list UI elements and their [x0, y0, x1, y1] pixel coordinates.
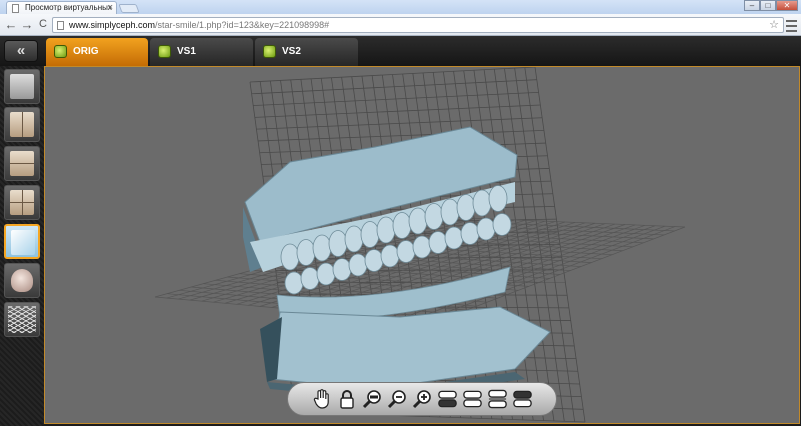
new-tab-button[interactable]	[118, 4, 140, 13]
status-led-icon	[54, 45, 67, 58]
lower-jaw-icon[interactable]	[512, 387, 533, 411]
view-sidebar	[0, 66, 44, 426]
tab-close-icon[interactable]: ×	[108, 2, 113, 12]
model-tab-bar: « ORIG VS1 VS2	[0, 36, 801, 66]
grid-icon	[8, 306, 36, 333]
browser-toolbar: ← → C www.simplyceph.com/star-smile/1.ph…	[0, 14, 801, 36]
lock-icon[interactable]	[337, 387, 358, 411]
zoom-out-icon[interactable]	[387, 387, 408, 411]
tab-orig[interactable]: ORIG	[46, 38, 148, 66]
zoom-reset-icon[interactable]	[362, 387, 383, 411]
tab-label: ORIG	[73, 46, 99, 57]
close-window-button[interactable]: ✕	[776, 0, 798, 11]
quad-view-button[interactable]	[4, 185, 40, 220]
split-jaws-icon[interactable]	[487, 387, 508, 411]
3d-viewport[interactable]	[44, 66, 800, 424]
browser-title-bar: Просмотр виртуальных × – □ ✕	[0, 0, 801, 14]
window-controls: – □ ✕	[744, 0, 798, 11]
browser-tab-title: Просмотр виртуальных	[25, 3, 112, 12]
menu-icon[interactable]	[786, 17, 797, 32]
virtual-setup-viewer: « ORIG VS1 VS2	[0, 36, 801, 426]
upper-jaw-icon[interactable]	[437, 387, 458, 411]
skull-icon	[11, 269, 33, 292]
tab-vs1[interactable]: VS1	[150, 38, 253, 66]
minimize-button[interactable]: –	[744, 0, 760, 11]
light-view-icon	[11, 230, 35, 255]
address-bar[interactable]: www.simplyceph.com/star-smile/1.php?id=1…	[52, 17, 784, 33]
bookmark-star-icon[interactable]: ☆	[769, 18, 779, 32]
forward-arrow-icon[interactable]: →	[20, 17, 34, 32]
page-info-icon	[57, 21, 64, 30]
view-tools-toolbar	[287, 382, 557, 416]
zoom-in-icon[interactable]	[412, 387, 433, 411]
url-path: /star-smile/1.php?id=123&key=221098998#	[155, 20, 330, 30]
dental-model-scene[interactable]	[45, 67, 800, 424]
frontal-view-button[interactable]	[4, 107, 40, 142]
back-arrow-icon[interactable]: ←	[4, 17, 18, 32]
browser-tab[interactable]: Просмотр виртуальных ×	[6, 1, 117, 14]
maximize-button[interactable]: □	[760, 0, 776, 11]
tab-vs2[interactable]: VS2	[255, 38, 358, 66]
both-jaws-icon[interactable]	[462, 387, 483, 411]
status-led-icon	[158, 45, 171, 58]
url-host: www.simplyceph.com	[69, 20, 156, 30]
skull-view-button[interactable]	[4, 263, 40, 298]
profile-view-button[interactable]	[4, 69, 40, 104]
page-icon	[12, 4, 19, 13]
tab-label: VS1	[177, 46, 196, 57]
hand-icon[interactable]	[312, 387, 333, 411]
grid-view-button[interactable]	[4, 302, 40, 337]
reload-icon[interactable]: C	[36, 17, 50, 32]
collapse-back-button[interactable]: «	[4, 40, 38, 62]
profile-view-icon	[10, 74, 34, 99]
light-view-button[interactable]	[4, 224, 40, 259]
upper-lower-view-button[interactable]	[4, 146, 40, 181]
tab-label: VS2	[282, 46, 301, 57]
status-led-icon	[263, 45, 276, 58]
